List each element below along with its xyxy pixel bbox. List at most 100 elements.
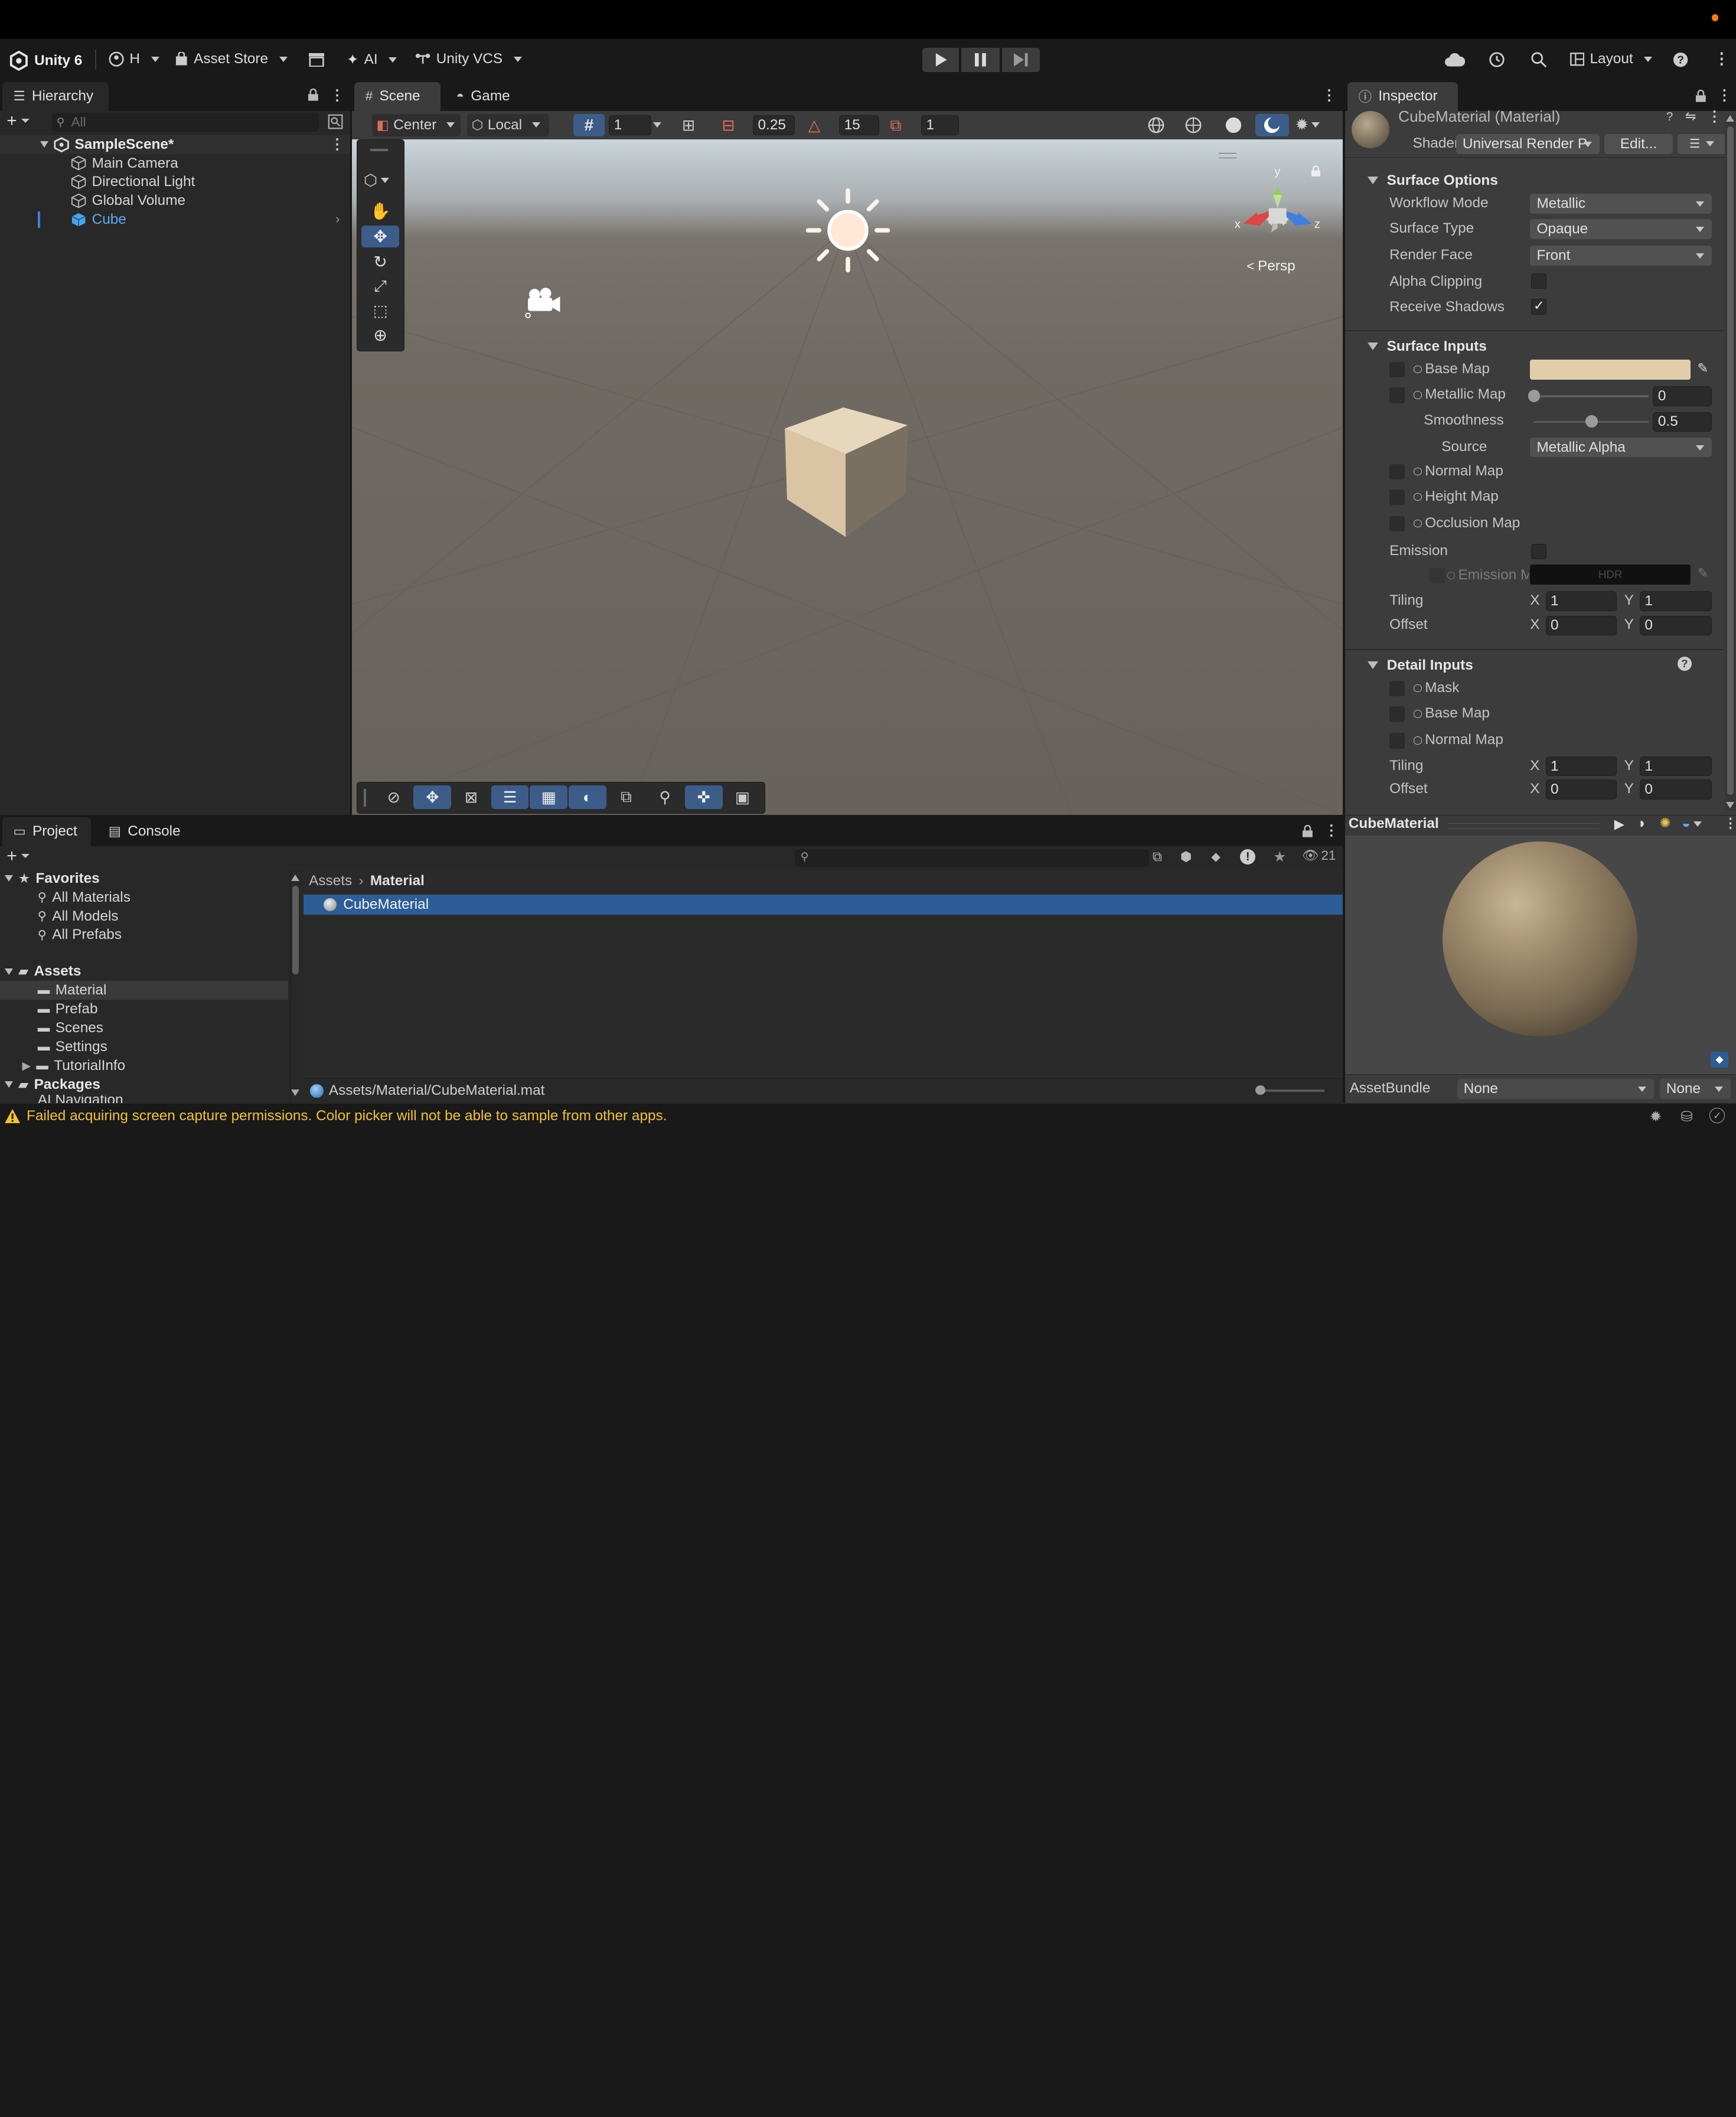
search-by-type-icon[interactable] <box>328 114 343 129</box>
offset-y-field[interactable]: 0 <box>1639 615 1712 636</box>
pivot-dropdown[interactable]: ◧ Center <box>372 114 461 136</box>
preview-sphere-icon[interactable]: ◑ <box>1636 816 1645 832</box>
favorite-all-materials[interactable]: ⚲ All Materials <box>38 889 130 906</box>
cache-icon[interactable]: ⛁ <box>1680 1108 1692 1126</box>
edit-shader-button[interactable]: Edit... <box>1604 133 1673 154</box>
hand-tool-icon[interactable]: ✋ <box>361 200 399 223</box>
tree-scrollbar[interactable] <box>290 870 301 1103</box>
detail-inputs-header[interactable]: Detail Inputs <box>1345 653 1724 677</box>
component-menu-icon[interactable]: ⋮ <box>1707 107 1721 125</box>
receive-shadows-checkbox[interactable]: ✓ <box>1531 299 1547 315</box>
grid-size-field[interactable]: 1 <box>609 115 651 135</box>
rect-tool-icon[interactable]: ⬚ <box>361 299 399 322</box>
scrollbar-thumb[interactable] <box>1727 126 1734 795</box>
base-map-slot[interactable] <box>1389 362 1405 378</box>
eyedropper-icon[interactable]: ✎ <box>1697 361 1708 376</box>
orientation-dropdown[interactable]: ⬡ <box>364 171 389 190</box>
base-color-field[interactable] <box>1530 360 1691 380</box>
rotate-snap-field[interactable]: 15 <box>839 115 879 135</box>
shader-options-dropdown[interactable]: ☰ <box>1677 133 1727 154</box>
lock-icon[interactable] <box>1695 90 1706 102</box>
tiling-y-field[interactable]: 1 <box>1639 591 1712 611</box>
offset-x-field[interactable]: 0 <box>1545 615 1617 636</box>
shader-dropdown[interactable]: Universal Render P <box>1456 133 1600 154</box>
scroll-up-arrow-icon[interactable] <box>291 875 300 882</box>
hidden-packages-toggle[interactable]: 👁 21 <box>1302 848 1336 863</box>
grid-display-icon[interactable]: ▦ <box>530 785 567 809</box>
detail-base-map-slot[interactable] <box>1389 706 1405 722</box>
presets-icon[interactable]: ⇋ <box>1685 109 1696 124</box>
height-map-slot[interactable] <box>1389 489 1405 505</box>
tiling-x-field[interactable]: 1 <box>1545 591 1617 611</box>
scroll-down-arrow-icon[interactable] <box>1726 801 1735 808</box>
icon-size-slider[interactable] <box>1255 1085 1324 1095</box>
grid-snap-icon[interactable]: ⊞ <box>682 116 695 135</box>
move-tool-icon[interactable]: ✥ <box>361 225 399 248</box>
zoom-icon[interactable]: ⚲ <box>646 785 684 808</box>
hierarchy-item-main-camera[interactable]: Main Camera <box>71 154 178 173</box>
search-icon[interactable] <box>1528 50 1551 70</box>
tab-project[interactable]: ▭ Project <box>2 817 91 846</box>
gizmos-button[interactable]: ✹ <box>1296 114 1340 136</box>
shaded-button[interactable] <box>1218 114 1249 136</box>
hierarchy-item-cube[interactable]: Cube <box>71 210 126 229</box>
overlay-drag-handle[interactable] <box>370 149 389 151</box>
tab-scene[interactable]: # Scene <box>354 81 441 111</box>
favorites-header[interactable]: ★ Favorites <box>4 870 100 887</box>
lock-icon[interactable] <box>308 89 319 101</box>
space-dropdown[interactable]: ⬡ Local <box>467 114 549 136</box>
folder-settings[interactable]: ▬ Settings <box>38 1039 107 1055</box>
emission-checkbox[interactable] <box>1531 543 1547 559</box>
pivot-display-icon[interactable]: ✜ <box>684 785 723 809</box>
inspector-scrollbar[interactable] <box>1725 115 1736 811</box>
hierarchy-item-directional-light[interactable]: Directional Light <box>71 173 195 192</box>
account-button[interactable]: H <box>109 51 159 67</box>
favorite-star-icon[interactable]: ★ <box>1273 848 1286 866</box>
scrollbar-thumb[interactable] <box>292 886 299 974</box>
preview-play-icon[interactable]: ▶ <box>1614 817 1624 832</box>
surface-inputs-header[interactable]: Surface Inputs <box>1345 334 1724 358</box>
cube-object[interactable] <box>777 407 921 552</box>
move-gizmo-icon[interactable]: ✥ <box>413 785 452 809</box>
screen-icon[interactable]: ▣ <box>723 785 761 808</box>
scale-snap-field[interactable]: 1 <box>921 115 959 135</box>
preview-light-icon[interactable]: ✺ <box>1660 816 1671 831</box>
mask-slot[interactable] <box>1389 681 1405 697</box>
workflow-mode-dropdown[interactable]: Metallic <box>1530 194 1712 214</box>
play-button[interactable] <box>922 47 959 72</box>
grid-toggle-button[interactable]: # <box>573 114 605 136</box>
status-message[interactable]: Failed acquiring screen capture permissi… <box>4 1108 667 1124</box>
filter-by-issues-icon[interactable]: ! <box>1240 849 1256 865</box>
occlusion-map-slot[interactable] <box>1389 516 1405 531</box>
help-icon[interactable]: ? <box>1666 110 1673 124</box>
folder-material[interactable]: ▬ Material <box>38 982 107 999</box>
debug-icon[interactable]: ✹ <box>1650 1108 1662 1126</box>
align-icon[interactable]: ☰ <box>491 785 529 809</box>
help-icon[interactable]: ? <box>1672 51 1689 68</box>
filter-by-type-icon[interactable]: ⬢ <box>1180 849 1192 865</box>
panel-menu-icon[interactable]: ⋮ <box>1324 821 1339 839</box>
scene-item[interactable]: SampleScene* <box>40 135 174 154</box>
overlay-drag-handle[interactable] <box>364 789 366 807</box>
camera-gizmo[interactable] <box>520 281 564 321</box>
surface-type-dropdown[interactable]: Opaque <box>1530 219 1712 239</box>
assetbundle-dropdown[interactable]: None <box>1457 1079 1655 1099</box>
material-preview-sphere[interactable] <box>1443 841 1638 1036</box>
add-button[interactable]: + <box>6 111 30 131</box>
packages-header[interactable]: ▰ Packages <box>4 1077 100 1093</box>
progress-ok-icon[interactable]: ✓ <box>1709 1108 1725 1124</box>
pause-button[interactable] <box>961 47 1000 72</box>
panel-menu-icon[interactable]: ⋮ <box>1322 86 1336 104</box>
hierarchy-item-global-volume[interactable]: Global Volume <box>71 191 185 210</box>
package-manager-icon[interactable] <box>308 52 325 67</box>
favorite-all-models[interactable]: ⚲ All Models <box>38 908 119 925</box>
grid-size-dropdown[interactable] <box>653 115 668 135</box>
package-ai-navigation[interactable]: AI Navigation <box>38 1095 123 1102</box>
detail-normal-map-slot[interactable] <box>1389 733 1405 749</box>
scale-tool-icon[interactable]: ⤢ <box>361 275 399 298</box>
rotate-snap-icon[interactable]: △ <box>808 116 820 135</box>
detail-tiling-y-field[interactable]: 1 <box>1639 756 1712 777</box>
surface-options-header[interactable]: Surface Options <box>1345 168 1724 193</box>
folder-prefab[interactable]: ▬ Prefab <box>38 1001 98 1017</box>
help-icon[interactable]: ? <box>1677 656 1692 671</box>
